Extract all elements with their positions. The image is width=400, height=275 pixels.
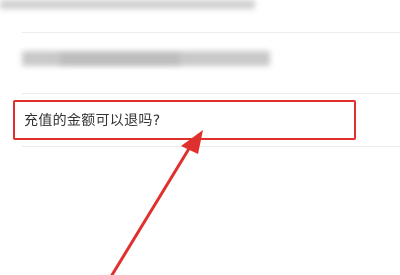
divider — [22, 93, 400, 94]
blurred-faq-item-1[interactable] — [0, 0, 255, 9]
faq-item-refund-question[interactable]: 充值的金额可以退吗? — [13, 100, 356, 140]
faq-page: 充值的金额可以退吗? — [0, 0, 400, 275]
divider — [22, 32, 400, 33]
blurred-faq-item-2-detail — [60, 54, 180, 64]
divider — [22, 146, 400, 147]
faq-item-label: 充值的金额可以退吗? — [24, 113, 161, 129]
